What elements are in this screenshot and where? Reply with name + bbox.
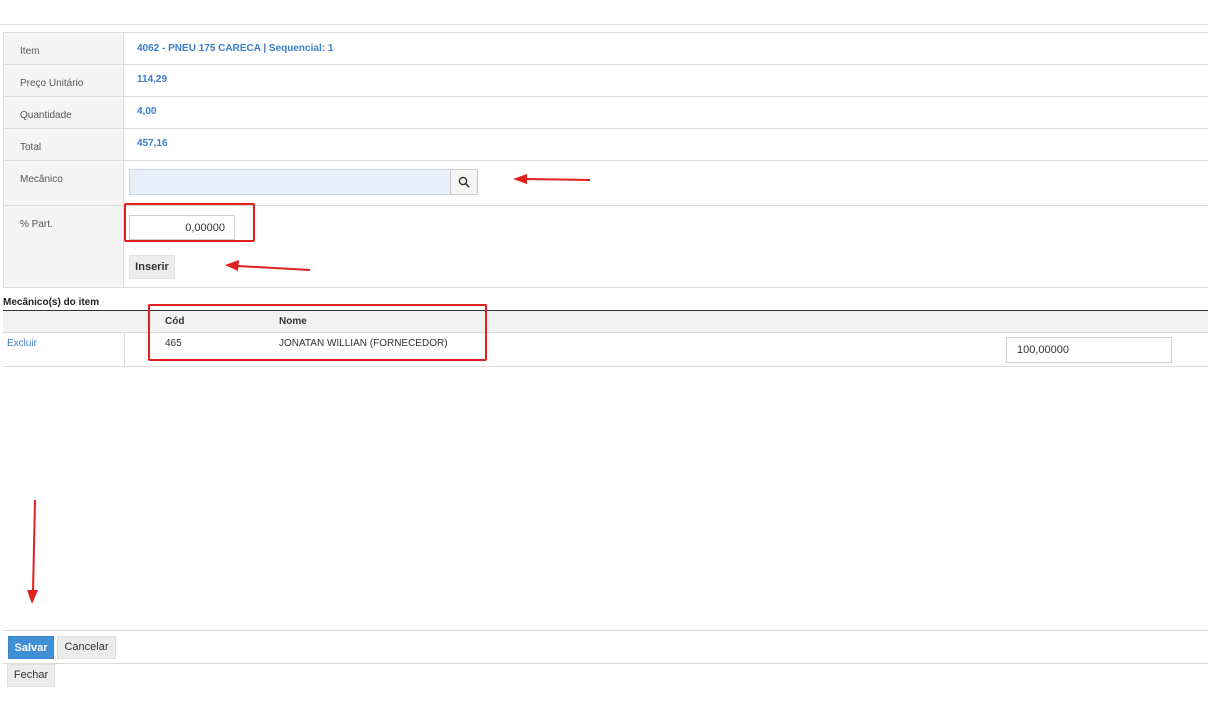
total-value: 457,16 (137, 138, 168, 149)
item-label: Item (4, 33, 124, 64)
footer-divider (3, 630, 1208, 631)
participation-label: % Part. (4, 206, 124, 287)
mechanic-field-cell (124, 161, 1208, 205)
cancel-button[interactable]: Cancelar (57, 636, 116, 659)
mechanic-participation-input[interactable] (1006, 337, 1172, 363)
highlight-mechanic-row-box (148, 304, 487, 361)
participation-field-cell: Inserir (124, 206, 1208, 287)
item-details-form: Item 4062 - PNEU 175 CARECA | Sequencial… (3, 32, 1208, 288)
row-mechanic: Mecânico (3, 161, 1208, 206)
close-button[interactable]: Fechar (7, 664, 55, 687)
quantity-value: 4,00 (137, 106, 157, 117)
row-quantity: Quantidade 4,00 (3, 97, 1208, 129)
search-icon (458, 176, 470, 188)
mechanic-label: Mecânico (4, 161, 124, 205)
top-divider (0, 24, 1208, 25)
mechanic-input[interactable] (129, 169, 451, 195)
item-value: 4062 - PNEU 175 CARECA | Sequencial: 1 (137, 43, 334, 54)
total-label: Total (4, 129, 124, 160)
unit-price-label: Preço Unitário (4, 65, 124, 96)
insert-button[interactable]: Inserir (129, 255, 175, 279)
column-divider (124, 333, 125, 366)
row-total: Total 457,16 (3, 129, 1208, 161)
highlight-participation-box (124, 203, 255, 242)
row-unit-price: Preço Unitário 114,29 (3, 65, 1208, 97)
save-button[interactable]: Salvar (8, 636, 54, 659)
arrow-to-save-button (27, 499, 38, 604)
delete-link[interactable]: Excluir (7, 338, 37, 349)
footer-divider-2 (3, 663, 1208, 664)
quantity-label: Quantidade (4, 97, 124, 128)
unit-price-value: 114,29 (137, 74, 168, 85)
mechanic-search-button[interactable] (450, 169, 478, 195)
row-item: Item 4062 - PNEU 175 CARECA | Sequencial… (3, 33, 1208, 65)
mechanics-section-title: Mecânico(s) do item (3, 297, 100, 308)
